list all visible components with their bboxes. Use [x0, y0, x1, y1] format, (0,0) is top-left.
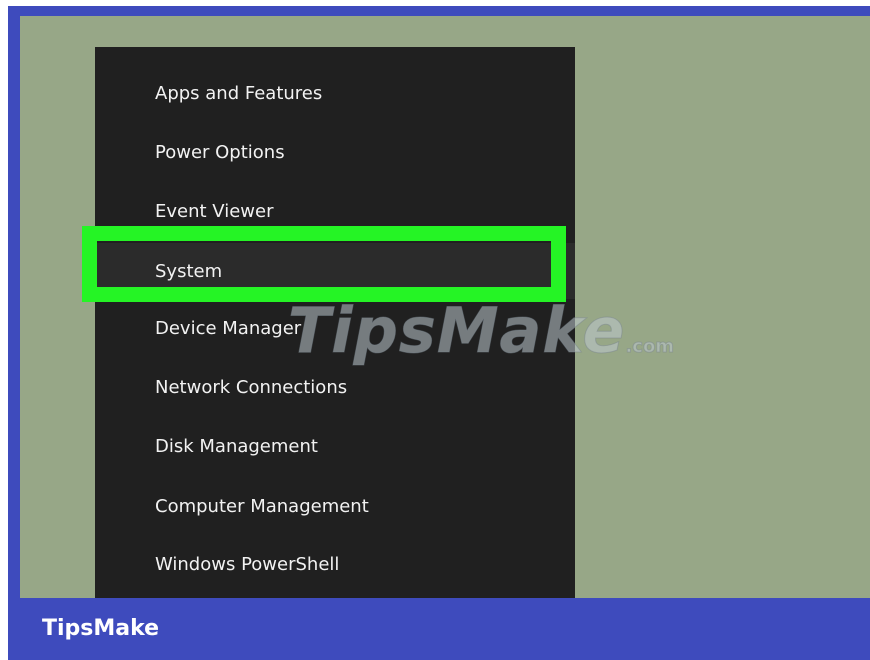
menu-item-computer-management[interactable]: Computer Management — [95, 478, 575, 534]
menu-item-label: Power Options — [155, 141, 285, 163]
menu-item-label: Network Connections — [155, 376, 348, 398]
menu-item-label: System — [155, 260, 223, 282]
menu-item-power-options[interactable]: Power Options — [95, 124, 575, 180]
menu-item-apps-and-features[interactable]: Apps and Features — [95, 65, 575, 121]
menu-item-label: Computer Management — [155, 495, 369, 517]
desktop-background: Apps and Features Power Options Event Vi… — [20, 16, 870, 598]
menu-item-device-manager[interactable]: Device Manager — [95, 300, 575, 356]
menu-item-event-viewer[interactable]: Event Viewer — [95, 183, 575, 239]
menu-item-label: Windows PowerShell — [155, 553, 340, 575]
menu-item-network-connections[interactable]: Network Connections — [95, 359, 575, 415]
menu-item-label: Event Viewer — [155, 200, 274, 222]
menu-item-label: Apps and Features — [155, 82, 323, 104]
menu-item-system[interactable]: System — [95, 243, 575, 299]
menu-item-disk-management[interactable]: Disk Management — [95, 418, 575, 474]
brand-logo: TipsMake — [42, 616, 160, 641]
power-user-menu: Apps and Features Power Options Event Vi… — [95, 47, 575, 598]
menu-item-label: Device Manager — [155, 317, 302, 339]
menu-item-label: Disk Management — [155, 435, 318, 457]
watermark-tld: .com — [625, 336, 675, 358]
menu-item-windows-powershell[interactable]: Windows PowerShell — [95, 536, 575, 592]
